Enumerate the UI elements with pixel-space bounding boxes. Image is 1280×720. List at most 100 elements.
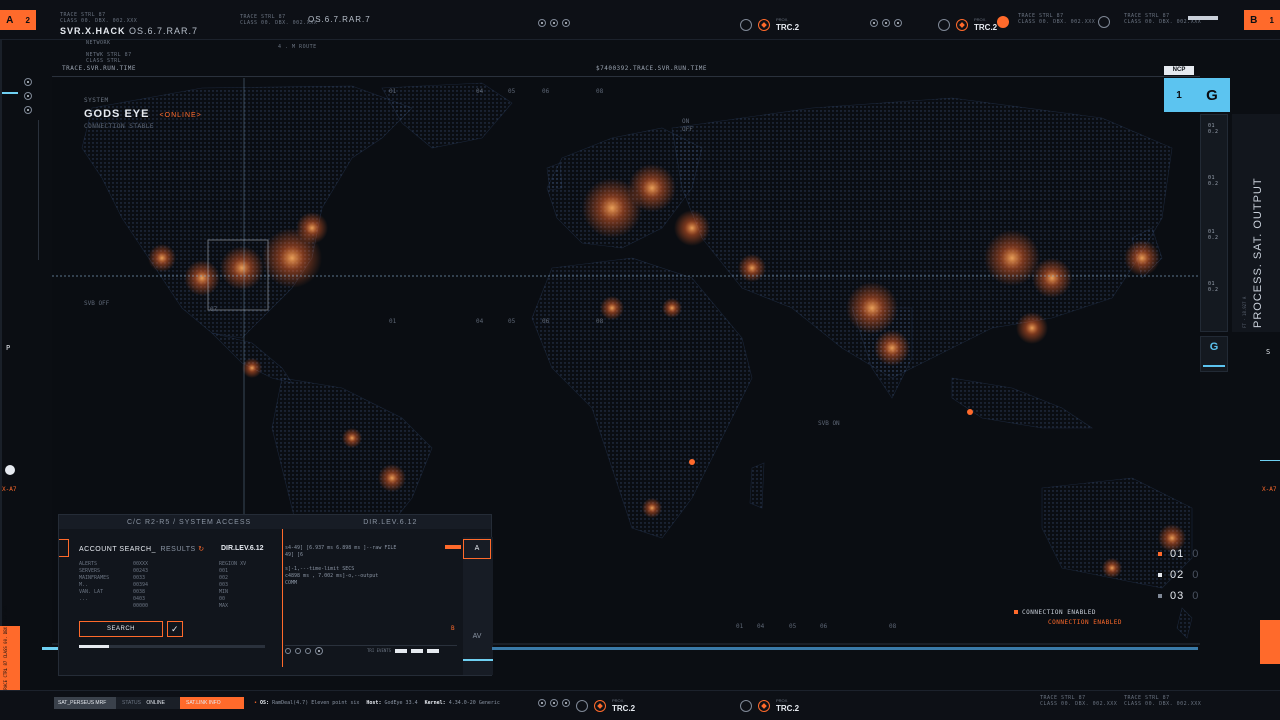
log-line: 49] [6 bbox=[285, 552, 304, 558]
grid-label: 05 bbox=[789, 623, 797, 630]
badge-code: B bbox=[1250, 14, 1258, 26]
record-icon[interactable] bbox=[5, 465, 15, 475]
g-button[interactable]: G bbox=[1200, 336, 1228, 372]
trc-indicator-3[interactable]: PROX. TRC.2 bbox=[576, 697, 635, 714]
grid-label: 01 bbox=[389, 88, 397, 95]
bar-indicator bbox=[411, 648, 424, 653]
legend-item[interactable]: 02 0 bbox=[1158, 569, 1198, 581]
on-label: ON bbox=[682, 118, 690, 125]
ring-icon bbox=[894, 19, 902, 27]
ring-icon[interactable] bbox=[24, 106, 32, 117]
ring-icon[interactable] bbox=[305, 647, 311, 654]
trc-indicator-4[interactable]: PROX. TRC.2 bbox=[740, 697, 799, 714]
top-right-badge[interactable]: B 1 bbox=[1244, 10, 1280, 30]
host-label: Host: bbox=[366, 700, 382, 706]
xa7-label: X-A7 bbox=[2, 486, 17, 493]
right-panel: NCP 1 G 01 0.2 01 0.2 01 0.2 01 0.2 PROC… bbox=[1164, 64, 1280, 664]
ring-icon bbox=[882, 19, 890, 27]
sat-perseus-tab[interactable]: SAT_PERSEUS MRF bbox=[54, 697, 116, 709]
trc-indicator-1[interactable]: PROX. TRC.2 bbox=[740, 16, 799, 33]
vertical-title: PROCESS. SAT. OUTPUT bbox=[1252, 177, 1264, 328]
track-marker bbox=[42, 647, 58, 650]
rail-edge bbox=[0, 40, 2, 720]
ring-icon bbox=[550, 699, 558, 707]
console-header: C/C R2-R5 / SYSTEM ACCESS DIR.LEV.6.12 bbox=[59, 515, 491, 529]
greenland bbox=[381, 82, 513, 149]
kernel-value: 4.34.0-20 Generic bbox=[448, 700, 500, 706]
table-row[interactable]: VAN. LAT 0038 MIN bbox=[79, 589, 265, 596]
africa bbox=[531, 257, 753, 539]
trace-label-6: TRACE STRL 87 CLASS 00. DBX. 002.XXX bbox=[1124, 695, 1202, 707]
tile-num: 1 bbox=[1176, 89, 1182, 101]
ring-icon[interactable] bbox=[285, 647, 291, 654]
trace-label-3: TRACE STRL 87 CLASS 00. DBX. 002.XXX bbox=[1018, 13, 1096, 25]
check-icon: ✓ bbox=[170, 623, 180, 634]
progress-track bbox=[79, 645, 265, 648]
grid-label: 08 bbox=[596, 318, 604, 325]
os-value: RamDeal(4.7) Eleven point six bbox=[272, 700, 360, 706]
ring-icon[interactable] bbox=[24, 78, 32, 89]
signal-row[interactable]: 01 0.2 bbox=[1208, 281, 1227, 293]
log-line: s4-49] [6.937 ms 6.898 ms ]--raw FILE bbox=[285, 545, 397, 551]
left-tab[interactable] bbox=[59, 539, 69, 557]
online-status: <ONLINE> bbox=[159, 112, 202, 119]
confirm-check-button[interactable]: ✓ bbox=[167, 621, 183, 637]
top-dots-2 bbox=[870, 19, 902, 27]
status-tab[interactable]: STATUS ONLINE bbox=[116, 697, 180, 709]
av-label: AV bbox=[472, 633, 482, 640]
table-row[interactable]: MAINFRAMES 0033 002 bbox=[79, 575, 265, 582]
orange-flag bbox=[445, 545, 461, 549]
a-button[interactable]: A bbox=[463, 539, 491, 559]
ring-icon[interactable] bbox=[315, 646, 323, 655]
search-button[interactable]: SEARCH bbox=[79, 621, 163, 637]
av-button[interactable]: AV bbox=[463, 627, 491, 647]
account-search-title: ACCOUNT SEARCH_ RESULTS ↻ bbox=[79, 546, 205, 553]
events-label: TRI EVENTS bbox=[367, 648, 392, 653]
ring-icon[interactable] bbox=[24, 92, 32, 103]
table-row[interactable]: 00000 MAX bbox=[79, 603, 265, 610]
badge-num: 1 bbox=[1269, 15, 1274, 25]
b-label: B bbox=[451, 625, 455, 632]
map-legend: 01 0 02 0 03 0 bbox=[1158, 548, 1198, 602]
ring-icon[interactable] bbox=[295, 647, 301, 654]
grid-label: 05 bbox=[508, 318, 516, 325]
console-footer: TRI EVENTS bbox=[285, 645, 457, 655]
log-line: c4898 ms , 7.002 ms]-o,--output bbox=[285, 573, 379, 579]
signal-row[interactable]: 01 0.2 bbox=[1208, 123, 1227, 135]
table-row[interactable]: M.. 00394 003 bbox=[79, 582, 265, 589]
trace-label: TRACE STRL 87 CLASS 00. DBX. 002.XXX bbox=[60, 12, 138, 24]
bottom-bar: SAT_PERSEUS MRF STATUS ONLINE SAT.LINK I… bbox=[0, 690, 1280, 720]
console-side-column: A AV bbox=[463, 537, 493, 675]
legend-alt: 0 bbox=[1192, 590, 1199, 602]
account-search-panel: ACCOUNT SEARCH_ RESULTS ↻ DIR.LEV.6.12 A… bbox=[73, 529, 283, 667]
signal-row[interactable]: 01 0.2 bbox=[1208, 175, 1227, 187]
p-label: P bbox=[6, 344, 11, 352]
bullet-icon: • bbox=[254, 700, 258, 706]
right-orange-tab[interactable] bbox=[1260, 620, 1280, 664]
progress-fill bbox=[79, 645, 109, 648]
system-title: GODS EYE <ONLINE> bbox=[84, 108, 202, 120]
table-row[interactable]: ... 0403 00 bbox=[79, 596, 265, 603]
legend-item[interactable]: 03 0 bbox=[1158, 590, 1198, 602]
left-orange-tab[interactable]: TRACE CTRL 87 CLASS 00. DBX. 002.XXX bbox=[0, 605, 20, 698]
system-label: SYSTEM bbox=[84, 97, 109, 104]
refresh-icon[interactable]: ↻ bbox=[198, 546, 204, 553]
legend-item[interactable]: 01 0 bbox=[1158, 548, 1198, 560]
signal-list: 01 0.2 01 0.2 01 0.2 01 0.2 bbox=[1200, 114, 1228, 332]
bar-indicator bbox=[427, 648, 440, 653]
top-left-badge[interactable]: A 2 bbox=[0, 10, 36, 30]
square-icon bbox=[1158, 573, 1162, 577]
ring-icon bbox=[538, 19, 546, 27]
grid-label: 06 bbox=[542, 318, 550, 325]
grid-label: 08 bbox=[889, 623, 897, 630]
g-label: G bbox=[1209, 341, 1219, 353]
sat-link-tab[interactable]: SAT.LINK INFO bbox=[180, 697, 244, 709]
table-row[interactable]: SERVERS 00243 001 bbox=[79, 568, 265, 575]
trc-indicator-2[interactable]: PROX. TRC.2 bbox=[938, 16, 997, 33]
top-dots-1 bbox=[538, 19, 570, 27]
grid-label: 05 bbox=[508, 88, 516, 95]
signal-row[interactable]: 01 0.2 bbox=[1208, 229, 1227, 241]
g-tile[interactable]: 1 G bbox=[1164, 78, 1230, 112]
ring-icon bbox=[538, 699, 546, 707]
table-row[interactable]: ALERTS 00XXX REGION XV bbox=[79, 561, 265, 568]
